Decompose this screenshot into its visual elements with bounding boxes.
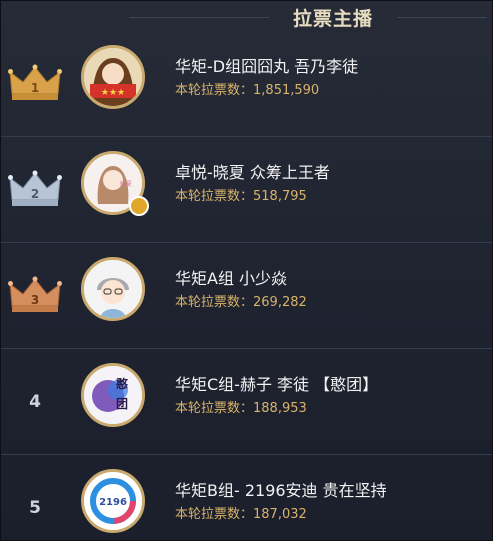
vote-value: 187,032 (253, 507, 307, 522)
avatar[interactable] (81, 257, 145, 321)
crown-gold-icon: 1 (8, 64, 62, 100)
vote-label: 本轮拉票数： (175, 83, 254, 98)
vote-value: 518,795 (253, 189, 307, 204)
vote-count: 本轮拉票数：518,795 (175, 189, 330, 205)
vote-count: 本轮拉票数：188,953 (175, 401, 378, 417)
ranking-row[interactable]: 5 2196 华矩B组- 2196安迪 贵在坚持 本轮拉票数：187,032 (1, 455, 492, 540)
avatar[interactable]: 憨 团 (81, 363, 145, 427)
vote-label: 本轮拉票数： (175, 189, 254, 204)
vote-value: 1,851,590 (253, 83, 320, 98)
avatar[interactable]: 2196 (81, 469, 145, 533)
rank-crown-silver: 2 (7, 137, 63, 242)
svg-text:2196: 2196 (99, 497, 127, 508)
live-badge-icon (129, 196, 149, 216)
streamer-name[interactable]: 华矩B组- 2196安迪 贵在坚持 (175, 481, 387, 501)
streamer-name[interactable]: 华矩C组-赫子 李徒 【憨团】 (175, 375, 378, 395)
rank-crown-bronze: 3 (7, 243, 63, 348)
streamer-name[interactable]: 华矩-D组囧囧丸 吾乃李徒 (175, 57, 358, 77)
crown-bronze-icon: 3 (8, 276, 62, 312)
vote-count: 本轮拉票数：269,282 (175, 295, 307, 311)
vote-label: 本轮拉票数： (175, 295, 254, 310)
panel-header: 拉票主播 (1, 1, 492, 35)
svg-text:憨: 憨 (116, 376, 129, 391)
crown-silver-icon: 2 (8, 170, 62, 206)
rank-number: 3 (31, 293, 39, 307)
vote-value: 188,953 (253, 401, 307, 416)
avatar[interactable]: ★★★ (81, 45, 145, 109)
ranking-list: 1 ★★★ 华矩-D组囧囧丸 吾乃李徒 本轮拉票数：1,851,590 2 晓夏… (1, 31, 492, 540)
vote-count: 本轮拉票数：187,032 (175, 507, 387, 523)
vote-value: 269,282 (253, 295, 307, 310)
rank-number: 5 (29, 497, 41, 518)
header-divider-right (397, 17, 487, 18)
ranking-row[interactable]: 2 晓夏 卓悦-晓夏 众筹上王者 本轮拉票数：518,795 (1, 137, 492, 243)
streamer-name[interactable]: 华矩A组 小少焱 (175, 269, 307, 289)
streamer-name[interactable]: 卓悦-晓夏 众筹上王者 (175, 163, 330, 183)
rank-number: 4 (29, 391, 41, 412)
rank-number: 1 (31, 81, 39, 95)
ranking-row[interactable]: 3 华矩A组 小少焱 本轮拉票数：269,282 (1, 243, 492, 349)
svg-text:晓夏: 晓夏 (120, 180, 132, 188)
streamer-info: 华矩C组-赫子 李徒 【憨团】 本轮拉票数：188,953 (175, 375, 378, 417)
vote-label: 本轮拉票数： (175, 507, 254, 522)
streamer-info: 卓悦-晓夏 众筹上王者 本轮拉票数：518,795 (175, 163, 330, 205)
streamer-info: 华矩B组- 2196安迪 贵在坚持 本轮拉票数：187,032 (175, 481, 387, 523)
header-divider-left (129, 17, 269, 18)
ranking-row[interactable]: 4 憨 团 华矩C组-赫子 李徒 【憨团】 本轮拉票数：188,953 (1, 349, 492, 455)
streamer-vote-panel: 拉票主播 1 ★★★ 华矩-D组囧囧丸 吾乃李徒 本轮拉票数：1,851,590… (0, 0, 493, 541)
streamer-info: 华矩-D组囧囧丸 吾乃李徒 本轮拉票数：1,851,590 (175, 57, 358, 99)
vote-count: 本轮拉票数：1,851,590 (175, 83, 358, 99)
panel-title: 拉票主播 (292, 8, 373, 30)
rank-position: 5 (7, 455, 63, 540)
rank-number: 2 (31, 187, 39, 201)
vote-label: 本轮拉票数： (175, 401, 254, 416)
ranking-row[interactable]: 1 ★★★ 华矩-D组囧囧丸 吾乃李徒 本轮拉票数：1,851,590 (1, 31, 492, 137)
svg-text:团: 团 (116, 397, 128, 411)
svg-text:★★★: ★★★ (101, 88, 125, 98)
rank-crown-gold: 1 (7, 31, 63, 136)
rank-position: 4 (7, 349, 63, 454)
streamer-info: 华矩A组 小少焱 本轮拉票数：269,282 (175, 269, 307, 311)
